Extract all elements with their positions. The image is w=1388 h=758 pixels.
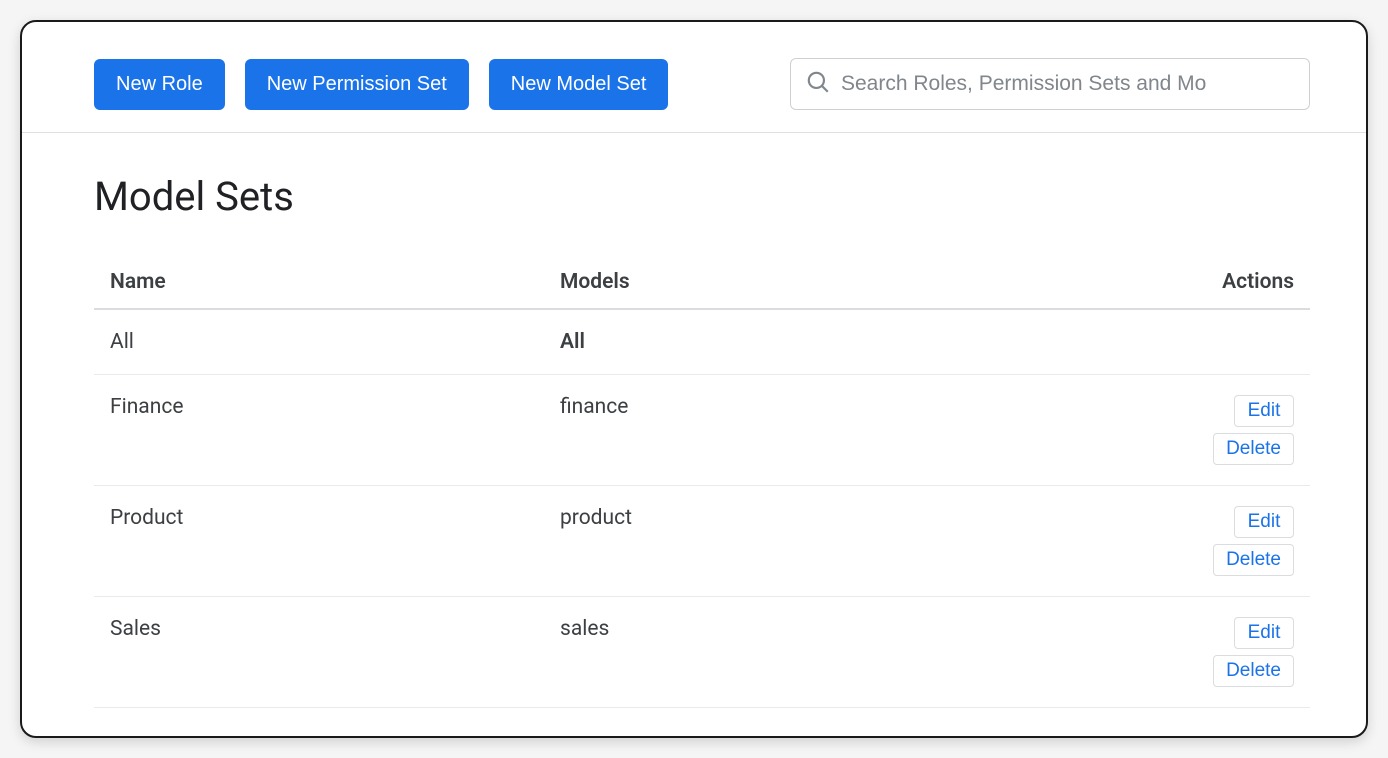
search-icon — [805, 69, 831, 99]
table-body: AllAllFinancefinanceEditDeleteProductpro… — [94, 310, 1310, 708]
edit-button[interactable]: Edit — [1234, 617, 1294, 649]
content: Model Sets Name Models Actions AllAll Fin… — [22, 133, 1366, 708]
search-input[interactable] — [841, 72, 1295, 96]
new-model-set-button[interactable]: New Model Set — [489, 59, 669, 110]
model-sets-table: Name Models Actions AllAll Financefinance… — [94, 256, 1310, 708]
cell-name: Sales — [110, 617, 560, 641]
edit-button[interactable]: Edit — [1234, 506, 1294, 538]
column-header-actions: Actions — [1094, 270, 1294, 294]
cell-models: product — [560, 506, 1094, 530]
new-role-button[interactable]: New Role — [94, 59, 225, 110]
delete-button[interactable]: Delete — [1213, 544, 1294, 576]
cell-actions: Edit Delete — [1094, 506, 1294, 576]
table-row: Financefinance Edit Delete — [94, 375, 1310, 486]
table-row: Salessales Edit Delete — [94, 597, 1310, 708]
table-row: AllAll — [94, 310, 1310, 375]
cell-models: finance — [560, 395, 1094, 419]
cell-name: Finance — [110, 395, 560, 419]
cell-name: All — [110, 330, 560, 354]
toolbar: New Role New Permission Set New Model Se… — [22, 22, 1366, 133]
page-title: Model Sets — [94, 173, 1310, 220]
delete-button[interactable]: Delete — [1213, 655, 1294, 687]
table-row: Productproduct Edit Delete — [94, 486, 1310, 597]
delete-button[interactable]: Delete — [1213, 433, 1294, 465]
new-permission-set-button[interactable]: New Permission Set — [245, 59, 469, 110]
cell-actions: Edit Delete — [1094, 617, 1294, 687]
edit-button[interactable]: Edit — [1234, 395, 1294, 427]
app-window: New Role New Permission Set New Model Se… — [20, 20, 1368, 738]
column-header-name: Name — [110, 270, 560, 294]
search-container[interactable] — [790, 58, 1310, 110]
cell-models: All — [560, 330, 1094, 354]
table-header: Name Models Actions — [94, 256, 1310, 310]
column-header-models: Models — [560, 270, 1094, 294]
cell-name: Product — [110, 506, 560, 530]
cell-models: sales — [560, 617, 1094, 641]
cell-actions: Edit Delete — [1094, 395, 1294, 465]
